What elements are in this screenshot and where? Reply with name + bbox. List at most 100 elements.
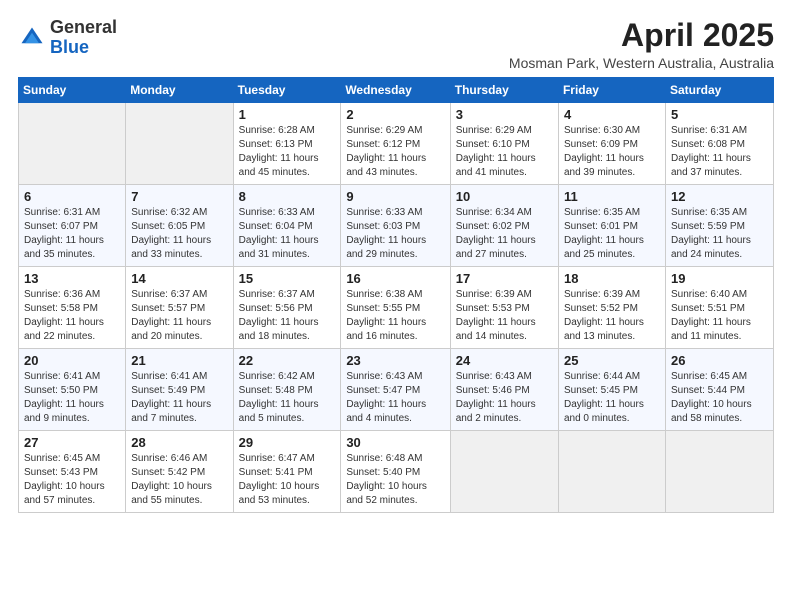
day-cell [558,431,665,513]
day-cell: 8Sunrise: 6:33 AM Sunset: 6:04 PM Daylig… [233,185,341,267]
day-cell: 30 Sunrise: 6:48 AM Sunset: 5:40 PM Dayli… [341,431,450,513]
day-info: Sunrise: 6:42 AM Sunset: 5:48 PM Dayligh… [239,370,336,426]
day-cell [450,431,558,513]
day-info: Sunrise: 6:45 AM Sunset: 5:44 PM Dayligh… [671,370,768,426]
day-info: Sunrise: 6:43 AM Sunset: 5:46 PM Dayligh… [456,370,553,426]
header: General Blue April 2025 Mosman Park, Wes… [18,18,774,71]
location: Mosman Park, Western Australia, Australi… [509,55,774,71]
day-info: Sunrise: 6:33 AM Sunset: 6:03 PM Dayligh… [346,206,444,262]
day-number: 8 [239,189,336,204]
day-info: Sunrise: 6:29 AM Sunset: 6:12 PM Dayligh… [346,124,444,180]
day-number: 14 [131,271,227,286]
day-number: 21 [131,353,227,368]
day-info: Sunrise: 6:41 AM Sunset: 5:49 PM Dayligh… [131,370,227,426]
day-cell: 22 Sunrise: 6:42 AM Sunset: 5:48 PM Dayli… [233,349,341,431]
day-info: Sunrise: 6:47 AM Sunset: 5:41 PM Dayligh… [239,452,336,508]
day-number: 10 [456,189,553,204]
day-info: Sunrise: 6:38 AM Sunset: 5:55 PM Dayligh… [346,288,444,344]
day-cell: 16Sunrise: 6:38 AM Sunset: 5:55 PM Dayli… [341,267,450,349]
day-cell [126,103,233,185]
day-cell: 1 Sunrise: 6:28 AM Sunset: 6:13 PM Daylig… [233,103,341,185]
day-info: Sunrise: 6:39 AM Sunset: 5:52 PM Dayligh… [564,288,660,344]
day-number: 24 [456,353,553,368]
day-cell: 5 Sunrise: 6:31 AM Sunset: 6:08 PM Daylig… [665,103,773,185]
day-info: Sunrise: 6:35 AM Sunset: 6:01 PM Dayligh… [564,206,660,262]
day-number: 20 [24,353,120,368]
day-cell: 25 Sunrise: 6:44 AM Sunset: 5:45 PM Dayli… [558,349,665,431]
week-row-5: 27 Sunrise: 6:45 AM Sunset: 5:43 PM Dayli… [19,431,774,513]
day-cell: 15Sunrise: 6:37 AM Sunset: 5:56 PM Dayli… [233,267,341,349]
weekday-header-monday: Monday [126,78,233,103]
day-cell: 28 Sunrise: 6:46 AM Sunset: 5:42 PM Dayli… [126,431,233,513]
day-info: Sunrise: 6:39 AM Sunset: 5:53 PM Dayligh… [456,288,553,344]
weekday-header-sunday: Sunday [19,78,126,103]
day-cell: 27 Sunrise: 6:45 AM Sunset: 5:43 PM Dayli… [19,431,126,513]
day-cell: 20 Sunrise: 6:41 AM Sunset: 5:50 PM Dayli… [19,349,126,431]
day-cell: 23 Sunrise: 6:43 AM Sunset: 5:47 PM Dayli… [341,349,450,431]
weekday-header-friday: Friday [558,78,665,103]
day-number: 7 [131,189,227,204]
day-cell: 9 Sunrise: 6:33 AM Sunset: 6:03 PM Daylig… [341,185,450,267]
day-number: 5 [671,107,768,122]
day-info: Sunrise: 6:31 AM Sunset: 6:07 PM Dayligh… [24,206,120,262]
day-number: 30 [346,435,444,450]
day-cell: 13Sunrise: 6:36 AM Sunset: 5:58 PM Dayli… [19,267,126,349]
weekday-header-tuesday: Tuesday [233,78,341,103]
day-info: Sunrise: 6:44 AM Sunset: 5:45 PM Dayligh… [564,370,660,426]
day-cell: 17Sunrise: 6:39 AM Sunset: 5:53 PM Dayli… [450,267,558,349]
week-row-1: 1 Sunrise: 6:28 AM Sunset: 6:13 PM Daylig… [19,103,774,185]
day-cell: 29 Sunrise: 6:47 AM Sunset: 5:41 PM Dayli… [233,431,341,513]
day-cell [19,103,126,185]
day-info: Sunrise: 6:37 AM Sunset: 5:57 PM Dayligh… [131,288,227,344]
day-cell: 24 Sunrise: 6:43 AM Sunset: 5:46 PM Dayli… [450,349,558,431]
calendar-header: SundayMondayTuesdayWednesdayThursdayFrid… [19,78,774,103]
day-cell: 26 Sunrise: 6:45 AM Sunset: 5:44 PM Dayli… [665,349,773,431]
day-cell: 12 Sunrise: 6:35 AM Sunset: 5:59 PM Dayli… [665,185,773,267]
day-info: Sunrise: 6:41 AM Sunset: 5:50 PM Dayligh… [24,370,120,426]
weekday-header-saturday: Saturday [665,78,773,103]
day-number: 19 [671,271,768,286]
day-number: 1 [239,107,336,122]
day-info: Sunrise: 6:35 AM Sunset: 5:59 PM Dayligh… [671,206,768,262]
week-row-2: 6 Sunrise: 6:31 AM Sunset: 6:07 PM Daylig… [19,185,774,267]
day-info: Sunrise: 6:31 AM Sunset: 6:08 PM Dayligh… [671,124,768,180]
day-cell: 6 Sunrise: 6:31 AM Sunset: 6:07 PM Daylig… [19,185,126,267]
week-row-3: 13Sunrise: 6:36 AM Sunset: 5:58 PM Dayli… [19,267,774,349]
day-info: Sunrise: 6:34 AM Sunset: 6:02 PM Dayligh… [456,206,553,262]
day-cell: 10 Sunrise: 6:34 AM Sunset: 6:02 PM Dayli… [450,185,558,267]
logo-general-text: General [50,17,117,37]
title-block: April 2025 Mosman Park, Western Australi… [509,18,774,71]
day-number: 4 [564,107,660,122]
day-number: 13 [24,271,120,286]
day-number: 29 [239,435,336,450]
day-number: 28 [131,435,227,450]
day-info: Sunrise: 6:40 AM Sunset: 5:51 PM Dayligh… [671,288,768,344]
day-number: 25 [564,353,660,368]
day-info: Sunrise: 6:45 AM Sunset: 5:43 PM Dayligh… [24,452,120,508]
day-info: Sunrise: 6:46 AM Sunset: 5:42 PM Dayligh… [131,452,227,508]
day-number: 27 [24,435,120,450]
day-number: 2 [346,107,444,122]
day-number: 6 [24,189,120,204]
logo: General Blue [18,18,117,58]
calendar: SundayMondayTuesdayWednesdayThursdayFrid… [18,77,774,513]
month-title: April 2025 [509,18,774,53]
day-number: 26 [671,353,768,368]
day-number: 18 [564,271,660,286]
day-number: 12 [671,189,768,204]
day-info: Sunrise: 6:28 AM Sunset: 6:13 PM Dayligh… [239,124,336,180]
day-number: 23 [346,353,444,368]
day-info: Sunrise: 6:43 AM Sunset: 5:47 PM Dayligh… [346,370,444,426]
calendar-body: 1 Sunrise: 6:28 AM Sunset: 6:13 PM Daylig… [19,103,774,513]
day-number: 11 [564,189,660,204]
day-cell: 11 Sunrise: 6:35 AM Sunset: 6:01 PM Dayli… [558,185,665,267]
day-info: Sunrise: 6:48 AM Sunset: 5:40 PM Dayligh… [346,452,444,508]
day-info: Sunrise: 6:29 AM Sunset: 6:10 PM Dayligh… [456,124,553,180]
day-number: 9 [346,189,444,204]
day-number: 15 [239,271,336,286]
day-number: 3 [456,107,553,122]
day-number: 22 [239,353,336,368]
day-cell: 7Sunrise: 6:32 AM Sunset: 6:05 PM Daylig… [126,185,233,267]
weekday-header-wednesday: Wednesday [341,78,450,103]
week-row-4: 20 Sunrise: 6:41 AM Sunset: 5:50 PM Dayli… [19,349,774,431]
